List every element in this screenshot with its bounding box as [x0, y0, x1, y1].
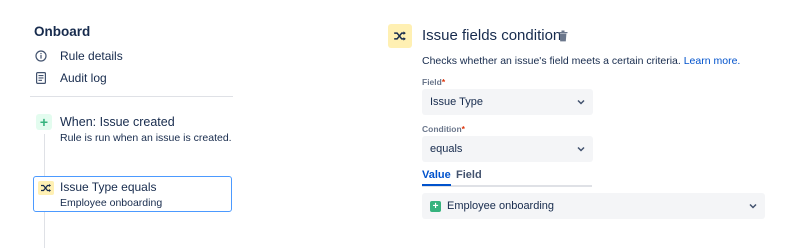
- condition-select[interactable]: equals: [422, 136, 593, 162]
- chevron-down-icon: [749, 203, 757, 209]
- plus-icon: +: [36, 114, 52, 130]
- condition-component-selected[interactable]: Issue Type equals Employee onboarding: [33, 176, 232, 212]
- divider: [30, 96, 233, 97]
- condition-summary: Employee onboarding: [60, 197, 163, 209]
- panel-description: Checks whether an issue's field meets a …: [422, 55, 740, 67]
- automation-rule-editor: Onboard Rule details Audit log + When: I…: [0, 0, 800, 248]
- chevron-down-icon: [577, 99, 585, 105]
- condition-label: Condition*: [422, 124, 465, 134]
- field-select[interactable]: Issue Type: [422, 89, 593, 115]
- condition-select-value: equals: [430, 143, 463, 155]
- learn-more-link[interactable]: Learn more.: [684, 55, 741, 67]
- trigger-component[interactable]: + When: Issue created Rule is run when a…: [36, 112, 236, 152]
- field-select-value: Issue Type: [430, 96, 483, 108]
- value-field-tabs: Value Field: [422, 169, 592, 187]
- required-marker: *: [441, 77, 446, 87]
- rule-sidebar: Onboard Rule details Audit log + When: I…: [0, 0, 245, 248]
- nav-item-audit-log[interactable]: Audit log: [34, 68, 107, 88]
- value-select[interactable]: + Employee onboarding: [422, 193, 765, 219]
- trigger-description: Rule is run when an issue is created.: [60, 132, 232, 144]
- tab-value[interactable]: Value: [422, 169, 451, 186]
- panel-title: Issue fields condition: [422, 27, 562, 44]
- field-label-text: Field: [422, 77, 442, 87]
- document-icon: [34, 71, 48, 85]
- shuffle-icon: [388, 24, 412, 48]
- nav-item-label: Audit log: [60, 71, 107, 85]
- trash-icon[interactable]: [558, 29, 570, 43]
- tab-field[interactable]: Field: [456, 169, 482, 184]
- issue-type-icon: +: [430, 200, 441, 212]
- description-text: Checks whether an issue's field meets a …: [422, 55, 681, 67]
- shuffle-icon: [38, 181, 54, 195]
- info-icon: [34, 49, 48, 63]
- chevron-down-icon: [577, 146, 585, 152]
- nav-item-rule-details[interactable]: Rule details: [34, 46, 123, 66]
- rule-name: Onboard: [34, 24, 91, 39]
- component-config-panel: Issue fields condition Checks whether an…: [388, 0, 800, 248]
- nav-item-label: Rule details: [60, 49, 123, 63]
- field-label: Field*: [422, 77, 445, 87]
- condition-title: Issue Type equals: [60, 180, 157, 194]
- condition-label-text: Condition: [422, 124, 462, 134]
- required-marker: *: [461, 124, 465, 134]
- trigger-title: When: Issue created: [60, 115, 175, 129]
- value-select-value: Employee onboarding: [447, 200, 555, 212]
